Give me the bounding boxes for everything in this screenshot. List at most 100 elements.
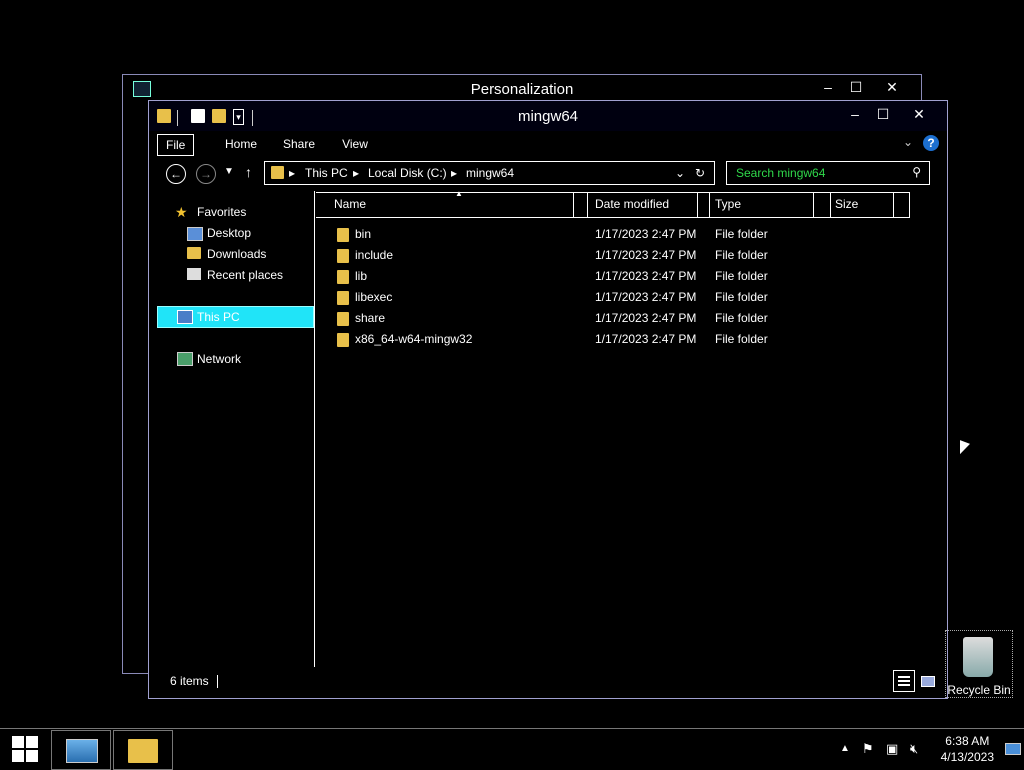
maximize-button[interactable]: ☐ <box>869 104 897 124</box>
file-row[interactable]: libexec 1/17/2023 2:47 PM File folder <box>316 287 936 308</box>
folder-icon <box>337 249 349 263</box>
folder-icon <box>337 291 349 305</box>
file-explorer-icon <box>128 739 158 763</box>
start-button[interactable] <box>0 730 48 768</box>
file-date: 1/17/2023 2:47 PM <box>595 311 697 325</box>
file-row[interactable]: x86_64-w64-mingw32 1/17/2023 2:47 PM Fil… <box>316 329 936 350</box>
up-button[interactable]: ↑ <box>245 164 252 180</box>
windows-logo-icon <box>12 736 38 762</box>
column-divider[interactable] <box>813 193 814 217</box>
file-date: 1/17/2023 2:47 PM <box>595 227 697 241</box>
column-divider[interactable] <box>709 193 710 217</box>
nav-desktop[interactable]: Desktop <box>207 223 251 243</box>
crumb-this-pc[interactable]: This PC <box>305 166 348 180</box>
downloads-icon <box>187 247 201 259</box>
status-separator <box>217 675 218 688</box>
folder-icon <box>337 228 349 242</box>
search-input[interactable]: Search mingw64 <box>736 166 825 180</box>
back-button[interactable]: ← <box>166 164 186 184</box>
bg-maximize-button[interactable]: ☐ <box>843 79 869 96</box>
nav-downloads[interactable]: Downloads <box>207 244 266 264</box>
nav-favorites[interactable]: Favorites <box>197 202 246 222</box>
forward-button[interactable]: → <box>196 164 216 184</box>
column-type[interactable]: Type <box>715 193 741 215</box>
nav-network[interactable]: Network <box>197 349 241 369</box>
file-name[interactable]: libexec <box>355 287 392 308</box>
column-name[interactable]: Name <box>334 193 366 215</box>
nav-this-pc[interactable]: This PC <box>197 307 240 327</box>
clock[interactable]: 6:38 AM 4/13/2023 <box>941 733 994 765</box>
file-type: File folder <box>715 248 768 262</box>
address-bar[interactable]: ▸ This PC ▸ Local Disk (C:) ▸ mingw64 ⌄ … <box>264 161 715 185</box>
file-type: File folder <box>715 269 768 283</box>
file-date: 1/17/2023 2:47 PM <box>595 248 697 262</box>
help-icon[interactable]: ? <box>923 135 939 151</box>
close-button[interactable]: ✕ <box>905 104 933 124</box>
crumb-sep-icon[interactable]: ▸ <box>353 166 359 180</box>
nav-recent-places[interactable]: Recent places <box>207 265 283 285</box>
minimize-button[interactable]: – <box>841 104 869 124</box>
folder-icon <box>337 333 349 347</box>
navigation-pane: ★ Favorites Desktop Downloads Recent pla… <box>157 191 315 667</box>
file-type: File folder <box>715 311 768 325</box>
tab-home[interactable]: Home <box>221 134 261 154</box>
recycle-bin-icon <box>963 637 993 677</box>
file-name[interactable]: include <box>355 245 393 266</box>
file-date: 1/17/2023 2:47 PM <box>595 332 697 346</box>
file-row[interactable]: include 1/17/2023 2:47 PM File folder <box>316 245 936 266</box>
network-tray-icon[interactable]: ▣ <box>886 741 898 757</box>
column-divider[interactable] <box>893 193 894 217</box>
show-desktop-icon[interactable] <box>1005 743 1021 755</box>
volume-muted-icon[interactable]: 🔇︎ <box>910 741 918 757</box>
search-icon[interactable]: ⚲ <box>912 165 921 179</box>
action-center-flag-icon[interactable]: ⚑ <box>862 741 874 757</box>
search-box[interactable]: Search mingw64 ⚲ <box>726 161 930 185</box>
mouse-cursor-icon <box>960 440 970 458</box>
recent-locations-chevron-icon[interactable]: ▼ <box>224 166 234 177</box>
details-view-button[interactable] <box>893 670 915 692</box>
title-bar[interactable]: ▾ mingw64 – ☐ ✕ <box>149 101 947 131</box>
crumb-mingw64[interactable]: mingw64 <box>466 166 514 180</box>
recycle-bin-desktop-item[interactable]: Recycle Bin <box>945 630 1013 698</box>
file-date: 1/17/2023 2:47 PM <box>595 290 697 304</box>
column-divider[interactable] <box>697 193 698 217</box>
crumb-sep-icon[interactable]: ▸ <box>451 166 457 180</box>
file-date: 1/17/2023 2:47 PM <box>595 269 697 283</box>
file-name[interactable]: x86_64-w64-mingw32 <box>355 329 472 350</box>
crumb-sep-icon[interactable]: ▸ <box>289 166 295 180</box>
crumb-local-disk[interactable]: Local Disk (C:) <box>368 166 447 180</box>
refresh-icon[interactable]: ↻ <box>695 166 705 180</box>
bg-minimize-button[interactable]: – <box>815 79 841 95</box>
address-dropdown-icon[interactable]: ⌄ <box>675 166 685 180</box>
window-title: mingw64 <box>517 108 579 125</box>
file-name[interactable]: share <box>355 308 385 329</box>
expand-ribbon-icon[interactable]: ⌄ <box>903 135 913 149</box>
explorer-window: ▾ mingw64 – ☐ ✕ File Home Share View ⌄ ?… <box>148 100 948 699</box>
column-size[interactable]: Size <box>835 193 858 215</box>
server-manager-button[interactable] <box>51 730 111 770</box>
file-name[interactable]: lib <box>355 266 367 287</box>
show-hidden-icons-icon[interactable]: ▲ <box>840 743 850 754</box>
favorites-star-icon: ★ <box>175 204 188 220</box>
tab-view[interactable]: View <box>335 134 375 154</box>
column-divider[interactable] <box>830 193 831 217</box>
network-icon <box>177 352 193 366</box>
column-divider[interactable] <box>587 193 588 217</box>
column-divider[interactable] <box>573 193 574 217</box>
large-icons-view-button[interactable] <box>917 670 939 692</box>
taskbar: ▲ ⚑ ▣ 🔇︎ 6:38 AM 4/13/2023 <box>0 728 1024 770</box>
details-view-icon <box>898 676 910 678</box>
file-row[interactable]: share 1/17/2023 2:47 PM File folder <box>316 308 936 329</box>
column-date-modified[interactable]: Date modified <box>595 193 669 215</box>
bg-close-button[interactable]: ✕ <box>879 79 905 96</box>
tab-file[interactable]: File <box>157 134 195 156</box>
this-pc-icon <box>177 310 193 324</box>
file-row[interactable]: lib 1/17/2023 2:47 PM File folder <box>316 266 936 287</box>
folder-icon <box>337 270 349 284</box>
file-row[interactable]: bin 1/17/2023 2:47 PM File folder <box>316 224 936 245</box>
file-name[interactable]: bin <box>355 224 371 245</box>
file-explorer-button[interactable] <box>113 730 173 770</box>
server-manager-icon <box>66 739 98 763</box>
personalization-title: Personalization <box>470 81 574 98</box>
tab-share[interactable]: Share <box>279 134 319 154</box>
